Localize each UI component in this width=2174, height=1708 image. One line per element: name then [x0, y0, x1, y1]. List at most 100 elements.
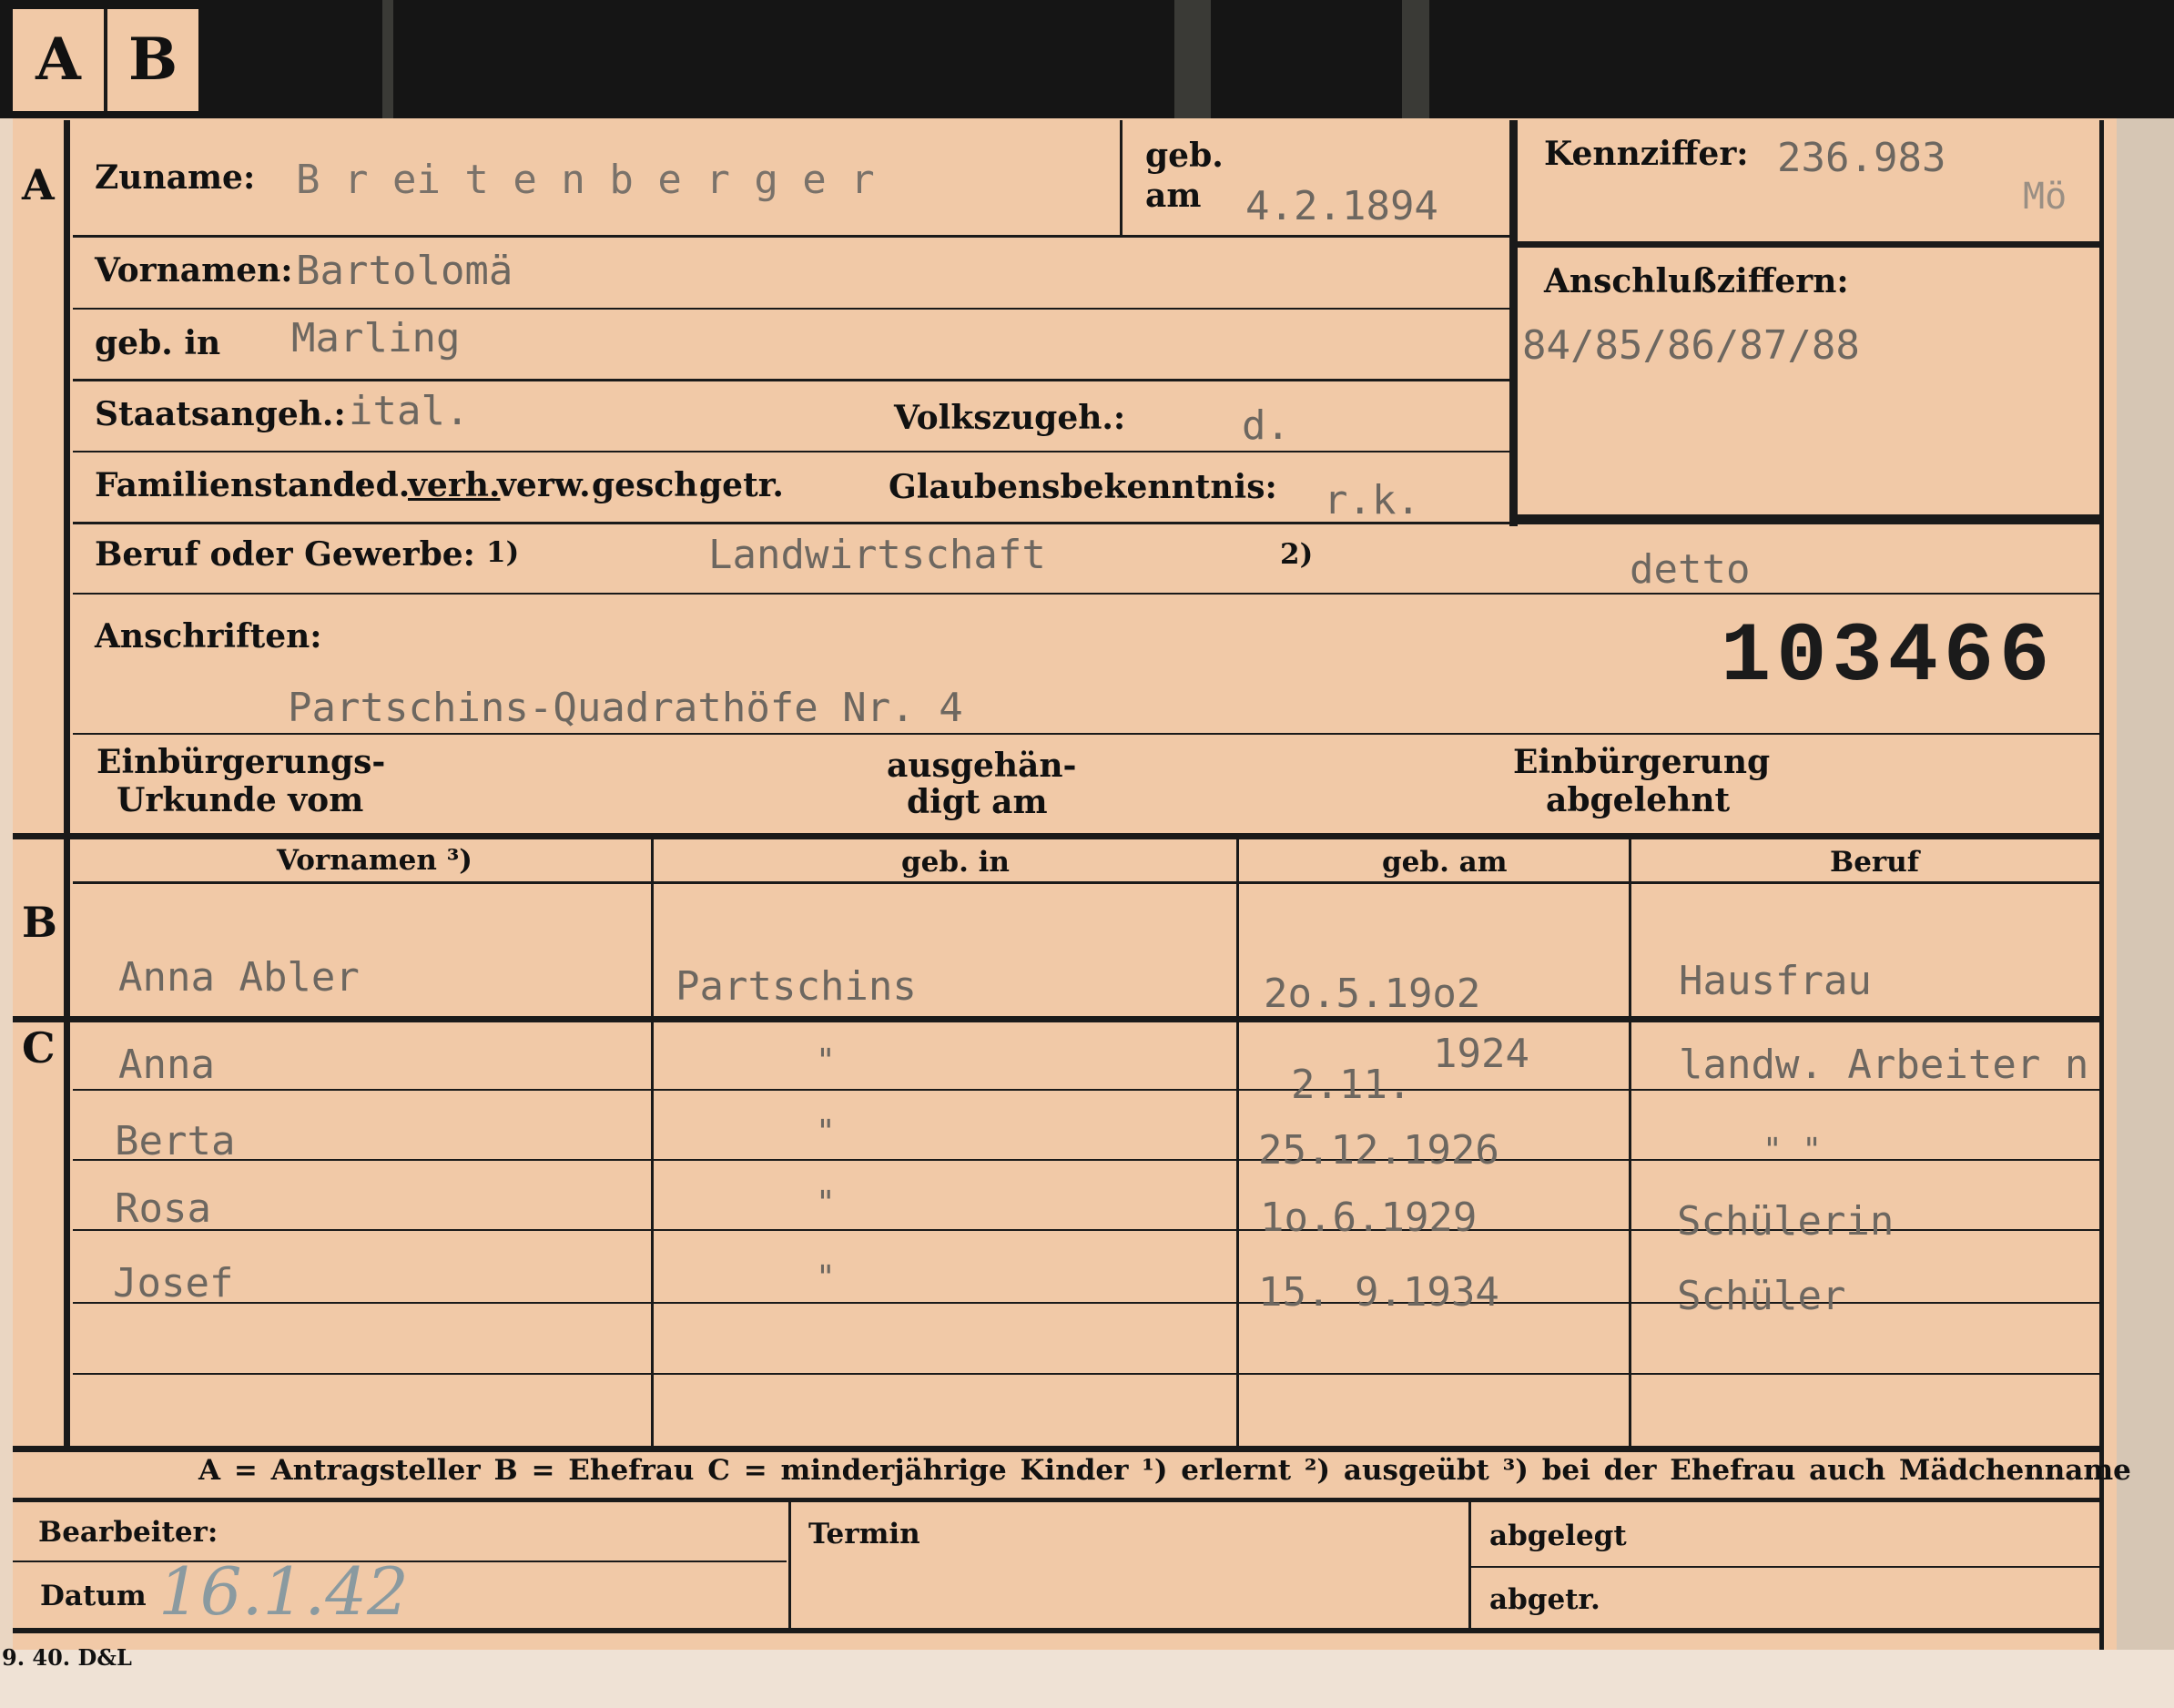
beruf-ausgeuebt-value: detto [1630, 546, 1751, 593]
spouse-name: Anna Abler [118, 954, 360, 1001]
legend-top-line [13, 1446, 2104, 1452]
abgelegt-label: abgelegt [1489, 1520, 1627, 1552]
right-border [2099, 120, 2104, 1650]
fam-option-verw: verw. [497, 466, 591, 504]
col-line [1120, 120, 1123, 237]
kennziffer-box-bottom [1509, 514, 2099, 524]
scan-stripe [1402, 0, 1429, 118]
abgetr-label: abgetr. [1489, 1583, 1600, 1616]
glaubensbekenntnis-value: r.k. [1324, 477, 1420, 524]
familienstand-label: Familienstand: [95, 466, 368, 504]
volkszugeh-label: Volkszugeh.: [894, 399, 1126, 437]
section-a-letter: A [22, 160, 55, 209]
child-birthdate: 25.12.1926 [1258, 1127, 1499, 1174]
beruf-label: Beruf oder Gewerbe: [95, 535, 475, 574]
zuname-label: Zuname: [95, 158, 256, 197]
scan-stripe [1174, 0, 1211, 118]
einbuergerungsurkunde-label-2: Urkunde vom [117, 781, 364, 819]
footer-col-line [788, 1502, 791, 1628]
child-occupation: Schüler [1677, 1273, 1846, 1319]
ausgehaendigt-label-2: digt am [907, 783, 1048, 821]
table-header-geb-in: geb. in [901, 846, 1010, 879]
spouse-birthplace: Partschins [676, 963, 917, 1010]
print-mark: 9. 40. D&L [2, 1644, 132, 1671]
left-margin-line [64, 120, 70, 1448]
scan-border-bottom [0, 1650, 2174, 1708]
legend-text: A = Antragsteller B = Ehefrau C = minder… [198, 1454, 2131, 1487]
tab-divider [104, 9, 107, 111]
dark-scan-border-top [0, 0, 2174, 118]
datum-handwritten-value: 16.1.42 [158, 1553, 409, 1630]
kennziffer-label: Kennziffer: [1544, 135, 1749, 173]
child-name: Rosa [115, 1185, 211, 1232]
child-occupation: landw. Arbeiter n [1679, 1042, 2089, 1088]
fam-option-getr: getr. [699, 466, 784, 504]
datum-label: Datum [40, 1580, 147, 1612]
child-birthplace-ditto: " [816, 1184, 836, 1222]
geb-label: geb. [1145, 137, 1224, 175]
am-label: am [1145, 177, 1202, 215]
einbuergerung-abgelehnt-label-2: abgelehnt [1546, 781, 1731, 819]
row-line [73, 235, 1511, 238]
tab-b: B [107, 9, 198, 111]
table-row-line [73, 1373, 2099, 1375]
section-ab-divider [13, 833, 2104, 839]
child-name: Berta [115, 1118, 236, 1164]
bearbeiter-label: Bearbeiter: [38, 1516, 218, 1549]
footnote-mark-2: 2) [1280, 538, 1314, 571]
table-col-line [1236, 839, 1239, 1446]
row-line [73, 308, 1511, 310]
anschlussziffern-label: Anschlußziffern: [1544, 262, 1849, 300]
child-birthplace-ditto: " [816, 1259, 836, 1296]
footnote-mark-1: 1) [486, 536, 520, 569]
row-line [73, 451, 1511, 452]
table-header-geb-am: geb. am [1382, 846, 1508, 879]
table-col-line [1629, 839, 1631, 1446]
child-name: Josef [113, 1260, 234, 1306]
table-col-line [651, 839, 654, 1446]
child-name: Anna [118, 1042, 215, 1088]
table-header-vornamen: Vornamen ³) [277, 844, 472, 877]
footer-row-line [1470, 1566, 2099, 1568]
fam-option-led: led. [342, 466, 411, 504]
kennziffer-value: 236.983 [1777, 135, 1946, 181]
einbuergerungsurkunde-label-1: Einbürgerungs- [97, 743, 386, 781]
child-birthplace-ditto: " [816, 1042, 836, 1080]
geb-am-value: 4.2.1894 [1245, 183, 1438, 229]
geb-in-value: Marling [291, 315, 461, 361]
zuname-value: B r ei t e n b e r g e r [296, 157, 875, 203]
child-birthdate: 15. 9.1934 [1258, 1269, 1499, 1316]
spouse-occupation: Hausfrau [1679, 958, 1872, 1004]
section-bc-divider [13, 1016, 2104, 1022]
footer-col-line [1468, 1502, 1471, 1628]
child-occupation-ditto: " " [1763, 1132, 1823, 1169]
staatsangeh-label: Staatsangeh.: [95, 395, 346, 433]
spouse-birthdate: 2o.5.19o2 [1264, 971, 1481, 1017]
kennziffer-suffix: Mö [2023, 176, 2067, 218]
staatsangeh-value: ital. [349, 388, 470, 434]
row-line [73, 379, 1511, 381]
anschriften-label: Anschriften: [95, 617, 322, 656]
child-birthdate: 2.11. [1291, 1062, 1412, 1108]
row-line [73, 733, 2099, 735]
section-b-letter: B [22, 898, 57, 947]
scan-stripe [382, 0, 393, 118]
tab-a: A [13, 9, 104, 111]
row-line [73, 593, 2099, 595]
anschrift-value: Partschins-Quadrathöfe Nr. 4 [288, 685, 963, 731]
ausgehaendigt-label-1: ausgehän- [887, 747, 1077, 785]
volkszugeh-value: d. [1242, 402, 1290, 449]
kennziffer-box-left [1509, 120, 1518, 526]
child-birthyear: 1924 [1433, 1031, 1529, 1077]
vornamen-label: Vornamen: [95, 251, 293, 290]
section-c-letter: C [22, 1023, 56, 1073]
beruf-erlernt-value: Landwirtschaft [708, 532, 1046, 578]
termin-label: Termin [808, 1518, 920, 1550]
glaubensbekenntnis-label: Glaubensbekenntnis: [889, 468, 1277, 506]
legend-bottom-line [13, 1498, 2104, 1502]
stamp-number: 103466 [1721, 609, 2056, 705]
einbuergerung-abgelehnt-label-1: Einbürgerung [1513, 743, 1771, 781]
anschlussziffern-value: 84/85/86/87/88 [1522, 322, 1860, 369]
child-birthplace-ditto: " [816, 1113, 836, 1151]
kennziffer-box-divider [1509, 241, 2099, 248]
